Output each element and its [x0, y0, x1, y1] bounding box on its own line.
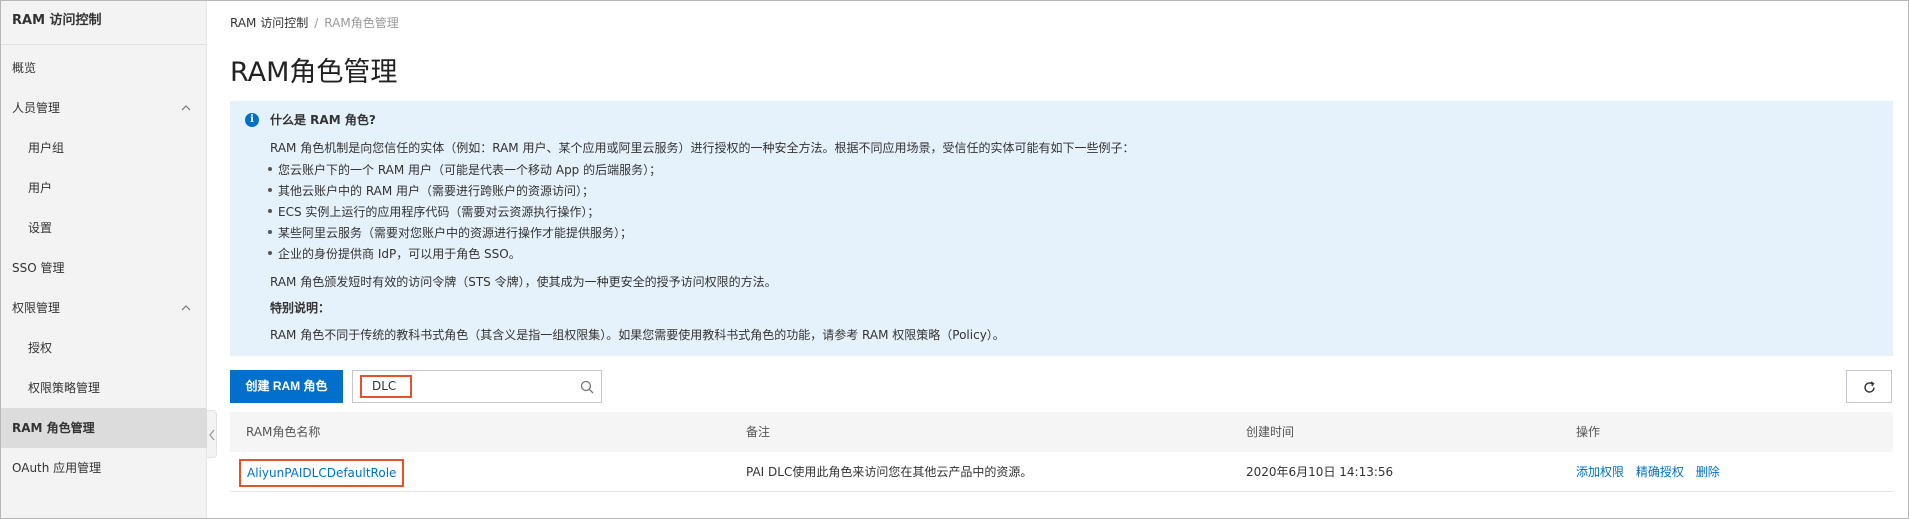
search-input-value: DLC — [360, 375, 412, 398]
search-icon[interactable] — [580, 380, 594, 394]
sidebar-item-groups[interactable]: 用户组 — [1, 128, 207, 168]
info-intro: RAM 角色机制是向您信任的实体（例如：RAM 用户、某个应用或阿里云服务）进行… — [270, 141, 1135, 155]
table-row: AliyunPAIDLCDefaultRole PAI DLC使用此角色来访问您… — [230, 452, 1893, 492]
sidebar-item-users[interactable]: 用户 — [1, 168, 207, 208]
sidebar: RAM 访问控制 概览 人员管理 用户组 用户 设置 SSO 管理 权限管理 授… — [1, 1, 207, 518]
breadcrumb-separator: / — [314, 16, 319, 30]
sidebar-item-ram-roles[interactable]: RAM 角色管理 — [1, 408, 207, 448]
role-name-link[interactable]: AliyunPAIDLCDefaultRole — [239, 459, 405, 487]
role-created-time: 2020年6月10日 14:13:56 — [1246, 465, 1394, 479]
info-special-heading: 特别说明： — [270, 301, 331, 315]
sidebar-item-permissions[interactable]: 权限管理 — [1, 288, 207, 328]
info-box: i 什么是 RAM 角色? RAM 角色机制是向您信任的实体（例如：RAM 用户… — [230, 101, 1893, 356]
role-actions: 添加权限 精确授权 删除 — [1576, 452, 1728, 492]
sidebar-item-settings[interactable]: 设置 — [1, 208, 207, 248]
chevron-left-icon — [209, 429, 215, 441]
breadcrumb-root[interactable]: RAM 访问控制 — [230, 16, 308, 30]
chevron-up-icon — [181, 305, 191, 311]
sidebar-item-people[interactable]: 人员管理 — [1, 88, 207, 128]
sidebar-title: RAM 访问控制 — [1, 1, 206, 45]
role-note: PAI DLC使用此角色来访问您在其他云产品中的资源。 — [746, 465, 1033, 479]
create-ram-role-button[interactable]: 创建 RAM 角色 — [230, 370, 343, 403]
info-heading: 什么是 RAM 角色? — [270, 113, 376, 127]
precise-grant-link[interactable]: 精确授权 — [1636, 465, 1684, 479]
sidebar-collapse-handle[interactable] — [207, 410, 217, 458]
refresh-icon — [1864, 381, 1875, 393]
column-header-note: 备注 — [746, 425, 771, 439]
add-permission-link[interactable]: 添加权限 — [1576, 465, 1624, 479]
info-special-note: RAM 角色不同于传统的教科书式角色（其含义是指一组权限集）。如果您需要使用教科… — [270, 328, 1005, 342]
sidebar-item-label: 权限管理 — [12, 301, 61, 315]
sidebar-item-oauth[interactable]: OAuth 应用管理 — [1, 448, 207, 488]
info-icon: i — [245, 113, 259, 127]
breadcrumb-current: RAM角色管理 — [324, 16, 399, 30]
sidebar-item-grants[interactable]: 授权 — [1, 328, 207, 368]
delete-link[interactable]: 删除 — [1696, 465, 1720, 479]
table-header: RAM角色名称 备注 创建时间 操作 — [230, 412, 1893, 452]
sidebar-item-label: 人员管理 — [12, 101, 61, 115]
column-header-actions: 操作 — [1576, 425, 1601, 439]
sidebar-item-overview[interactable]: 概览 — [1, 48, 207, 88]
info-bullet: 您云账户下的一个 RAM 用户（可能是代表一个移动 App 的后端服务）； — [267, 163, 662, 177]
column-header-role-name: RAM角色名称 — [246, 425, 321, 439]
page-title: RAM角色管理 — [230, 57, 398, 88]
info-sts-note: RAM 角色颁发短时有效的访问令牌（STS 令牌），使其成为一种更安全的授予访问… — [270, 275, 777, 289]
info-bullet: ECS 实例上运行的应用程序代码（需要对云资源执行操作）； — [267, 205, 600, 219]
refresh-button[interactable] — [1846, 370, 1892, 403]
breadcrumb: RAM 访问控制 / RAM角色管理 — [230, 14, 399, 31]
column-header-created: 创建时间 — [1246, 425, 1295, 439]
sidebar-item-policies[interactable]: 权限策略管理 — [1, 368, 207, 408]
info-bullet: 企业的身份提供商 IdP，可以用于角色 SSO。 — [268, 247, 521, 261]
sidebar-item-sso[interactable]: SSO 管理 — [1, 248, 207, 288]
chevron-up-icon — [181, 105, 191, 111]
info-bullet: 其他云账户中的 RAM 用户（需要进行跨账户的资源访问）； — [267, 184, 595, 198]
search-input[interactable]: DLC — [352, 370, 602, 403]
info-bullet: 某些阿里云服务（需要对您账户中的资源进行操作才能提供服务）； — [267, 226, 633, 240]
